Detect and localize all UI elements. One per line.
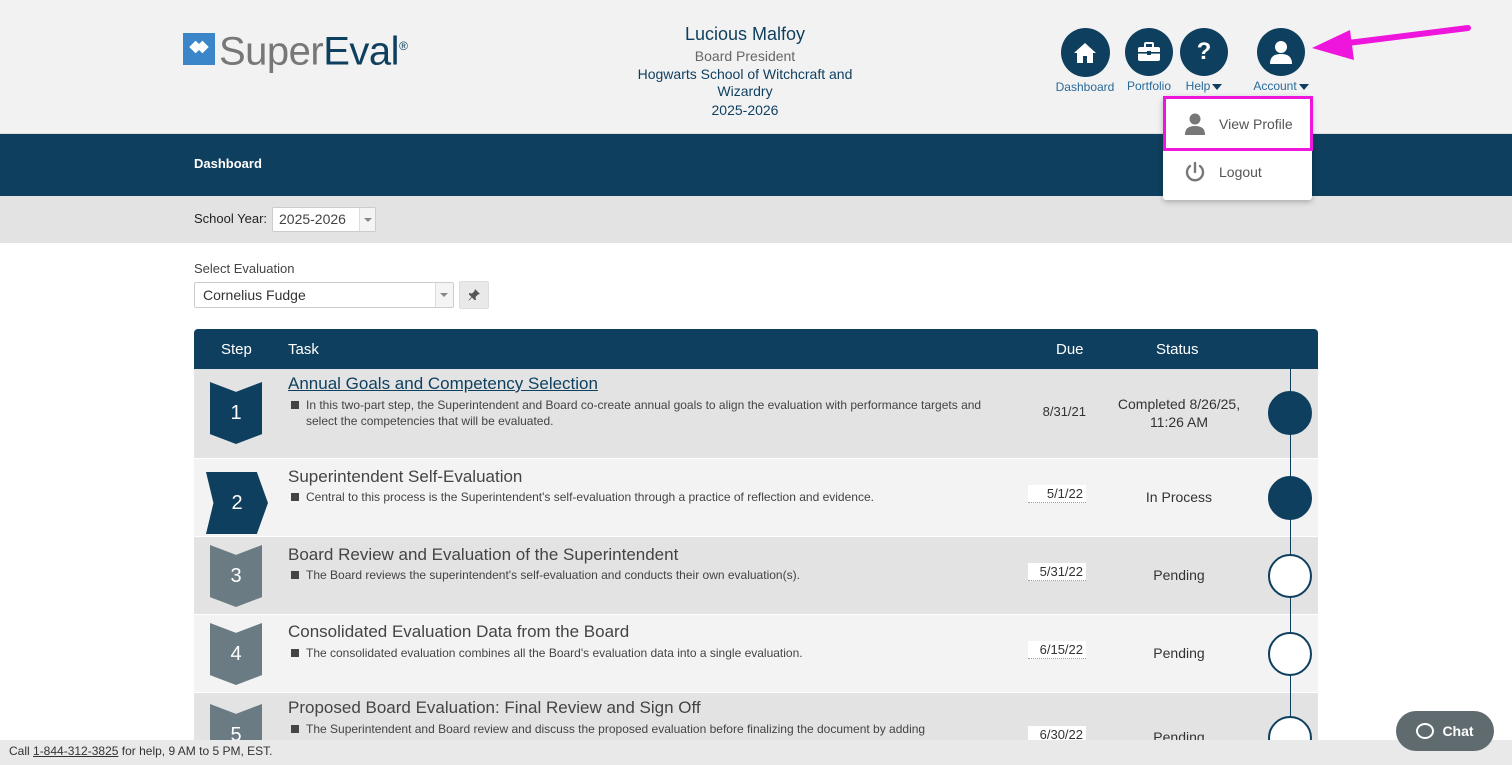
logo-mark-icon [183, 32, 215, 65]
status-text: Completed 8/26/25, 11:26 AM [1117, 396, 1241, 430]
header-step: Step [221, 341, 252, 358]
due-date: 8/31/21 [1042, 404, 1086, 419]
task-title[interactable]: Board Review and Evaluation of the Super… [288, 545, 678, 565]
task-title[interactable]: Proposed Board Evaluation: Final Review … [288, 698, 701, 718]
status-dot-complete [1268, 391, 1312, 435]
select-evaluation-label: Select Evaluation [194, 261, 295, 276]
account-dropdown: View Profile Logout [1163, 96, 1313, 200]
school-year-bar: School Year: 2025-2026 [0, 196, 1512, 243]
table-header: Step Task Due Status [194, 329, 1318, 369]
briefcase-icon [1125, 28, 1173, 76]
task-title[interactable]: Superintendent Self-Evaluation [288, 467, 522, 487]
help-icon: ? [1180, 28, 1228, 76]
footer-prefix: Call [9, 744, 34, 758]
pin-icon [468, 289, 480, 301]
user-school: Hogwarts School of Witchcraft and Wizard… [637, 66, 853, 99]
chat-bubble-icon [1416, 723, 1435, 739]
superEval-logo[interactable]: SuperEval® [183, 26, 408, 74]
annotation-highlight-box [1163, 96, 1313, 151]
help-phone-link[interactable]: 1-844-312-3825 [33, 744, 118, 758]
user-icon [1257, 28, 1305, 76]
chevron-down-icon [359, 208, 375, 231]
annotation-arrow [1312, 25, 1471, 60]
footer-help-bar: Call 1-844-312-3825 for help, 9 AM to 5 … [0, 740, 1512, 765]
user-info: Lucious Malfoy Board President Hogwarts … [620, 22, 870, 120]
status-text: Pending [1153, 567, 1205, 583]
task-description: The Board reviews the superintendent's s… [291, 567, 1006, 583]
nav-account-label: Account [1253, 79, 1309, 93]
due-date-field[interactable]: 5/31/22 [1028, 563, 1086, 581]
due-date-field[interactable]: 5/1/22 [1028, 485, 1086, 503]
user-year: 2025-2026 [711, 102, 779, 118]
task-description: The consolidated evaluation combines all… [291, 645, 1006, 661]
logo-text: SuperEval® [219, 29, 408, 74]
table-row: 4 Consolidated Evaluation Data from the … [194, 615, 1318, 693]
chat-label: Chat [1442, 723, 1474, 739]
status-dot-pending [1268, 554, 1312, 598]
school-year-label: School Year: [194, 211, 268, 226]
status-dot-in-process [1268, 476, 1312, 520]
logout-label: Logout [1219, 164, 1262, 180]
step-chevron: 3 [210, 545, 262, 607]
home-icon [1060, 28, 1110, 77]
nav-portfolio-label: Portfolio [1126, 79, 1172, 93]
nav-portfolio[interactable]: Portfolio [1118, 28, 1180, 94]
user-role: Board President [694, 48, 796, 64]
logout-item[interactable]: Logout [1163, 146, 1312, 198]
breadcrumb[interactable]: Dashboard [194, 156, 262, 171]
step-chevron: 2 [206, 472, 268, 534]
pin-button[interactable] [459, 281, 489, 309]
power-icon [1183, 160, 1207, 184]
header-task: Task [288, 341, 319, 358]
task-description: In this two-part step, the Superintenden… [291, 397, 1006, 429]
nav-dashboard[interactable]: Dashboard [1054, 28, 1116, 94]
task-title-link[interactable]: Annual Goals and Competency Selection [288, 374, 598, 394]
due-date-field[interactable]: 6/15/22 [1028, 641, 1086, 659]
evaluation-select[interactable]: Cornelius Fudge [194, 282, 454, 308]
table-row: 3 Board Review and Evaluation of the Sup… [194, 537, 1318, 615]
header-status: Status [1156, 341, 1199, 358]
school-year-select[interactable]: 2025-2026 [272, 207, 376, 232]
status-dot-pending [1268, 632, 1312, 676]
step-chevron: 4 [210, 623, 262, 685]
chat-button[interactable]: Chat [1396, 711, 1494, 751]
status-text: Pending [1153, 645, 1205, 661]
evaluation-steps-table: Step Task Due Status 1 Annual Goals and … [194, 329, 1318, 765]
top-nav: Dashboard Portfolio ? Help Account [1054, 28, 1312, 94]
nav-dashboard-label: Dashboard [1055, 80, 1115, 94]
chevron-down-icon [435, 283, 453, 307]
task-description: The Superintendent and Board review and … [291, 721, 1006, 737]
user-name: Lucious Malfoy [684, 24, 806, 44]
chevron-down-icon [1212, 83, 1223, 90]
task-description: Central to this process is the Superinte… [291, 489, 1006, 505]
table-row: 1 Annual Goals and Competency Selection … [194, 369, 1318, 459]
nav-help[interactable]: ? Help [1180, 28, 1228, 94]
nav-help-label: Help [1186, 79, 1223, 93]
nav-account[interactable]: Account [1250, 28, 1312, 94]
header-due: Due [1056, 341, 1084, 358]
task-title[interactable]: Consolidated Evaluation Data from the Bo… [288, 622, 629, 642]
table-row: 2 Superintendent Self-Evaluation Central… [194, 459, 1318, 537]
step-chevron: 1 [210, 382, 262, 444]
status-text: In Process [1145, 489, 1213, 505]
chevron-down-icon [1298, 83, 1309, 90]
footer-suffix: for help, 9 AM to 5 PM, EST. [118, 744, 273, 758]
